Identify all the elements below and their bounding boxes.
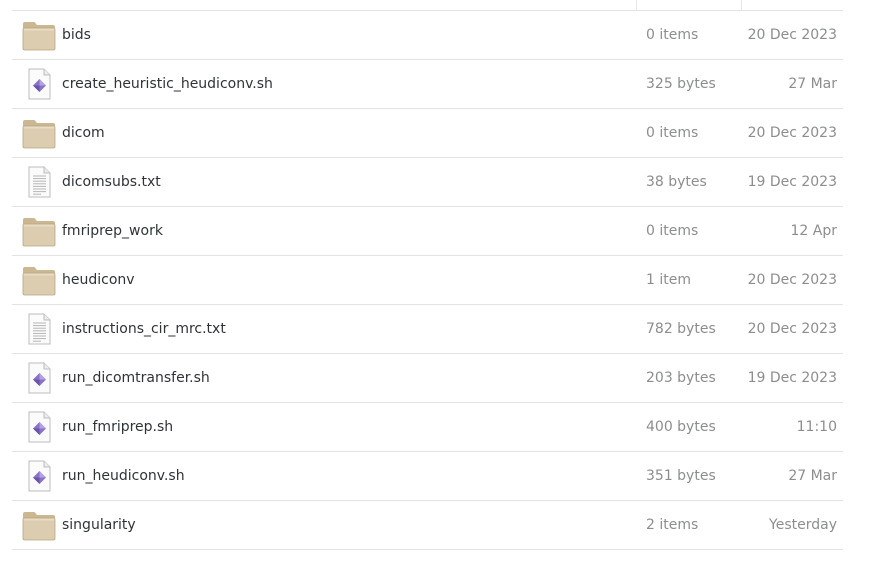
- file-size: 782 bytes: [646, 321, 716, 337]
- folder-icon: [22, 19, 56, 51]
- file-row[interactable]: dicom 0 items 20 Dec 2023: [12, 109, 843, 158]
- file-size: 203 bytes: [646, 370, 716, 386]
- file-modified: 19 Dec 2023: [747, 370, 837, 386]
- file-modified: 27 Mar: [788, 76, 837, 92]
- file-row[interactable]: dicomsubs.txt 38 bytes 19 Dec 2023: [12, 158, 843, 207]
- file-row[interactable]: create_heuristic_heudiconv.sh 325 bytes 27…: [12, 60, 843, 109]
- folder-icon: [22, 264, 56, 296]
- script-file-icon: [22, 362, 56, 394]
- file-modified: 19 Dec 2023: [747, 174, 837, 190]
- file-size: 325 bytes: [646, 76, 716, 92]
- folder-icon: [22, 215, 56, 247]
- file-modified: 12 Apr: [790, 223, 837, 239]
- file-modified: 20 Dec 2023: [747, 272, 837, 288]
- file-modified: 27 Mar: [788, 468, 837, 484]
- script-file-icon: [22, 68, 56, 100]
- file-list: bids 0 items 20 Dec 2023 create_heuristic_h…: [12, 0, 843, 550]
- folder-icon: [22, 509, 56, 541]
- file-name: fmriprep_work: [62, 223, 163, 239]
- column-separator[interactable]: [636, 0, 637, 10]
- file-modified: 20 Dec 2023: [747, 125, 837, 141]
- file-row[interactable]: instructions_cir_mrc.txt 782 bytes 20 Dec …: [12, 305, 843, 354]
- file-size: 0 items: [646, 223, 699, 239]
- file-size: 38 bytes: [646, 174, 707, 190]
- file-modified: 20 Dec 2023: [747, 27, 837, 43]
- file-size: 351 bytes: [646, 468, 716, 484]
- file-row[interactable]: run_dicomtransfer.sh 203 bytes 19 Dec 2023: [12, 354, 843, 403]
- file-name: dicomsubs.txt: [62, 174, 161, 190]
- file-modified: 11:10: [796, 419, 837, 435]
- file-row[interactable]: run_fmriprep.sh 400 bytes 11:10: [12, 403, 843, 452]
- file-size: 2 items: [646, 517, 699, 533]
- file-name: run_fmriprep.sh: [62, 419, 174, 435]
- file-modified: Yesterday: [769, 517, 837, 533]
- file-size: 0 items: [646, 125, 699, 141]
- text-file-icon: [22, 313, 56, 345]
- file-row[interactable]: fmriprep_work 0 items 12 Apr: [12, 207, 843, 256]
- file-row[interactable]: bids 0 items 20 Dec 2023: [12, 11, 843, 60]
- file-name: instructions_cir_mrc.txt: [62, 321, 226, 337]
- file-size: 0 items: [646, 27, 699, 43]
- file-row[interactable]: run_heudiconv.sh 351 bytes 27 Mar: [12, 452, 843, 501]
- file-name: bids: [62, 27, 91, 43]
- file-name: create_heuristic_heudiconv.sh: [62, 76, 273, 92]
- file-name: run_dicomtransfer.sh: [62, 370, 210, 386]
- file-modified: 20 Dec 2023: [747, 321, 837, 337]
- file-name: dicom: [62, 125, 105, 141]
- folder-icon: [22, 117, 56, 149]
- file-name: run_heudiconv.sh: [62, 468, 185, 484]
- file-size: 400 bytes: [646, 419, 716, 435]
- file-name: singularity: [62, 517, 136, 533]
- file-row[interactable]: singularity 2 items Yesterday: [12, 501, 843, 550]
- script-file-icon: [22, 411, 56, 443]
- file-size: 1 item: [646, 272, 691, 288]
- file-name: heudiconv: [62, 272, 135, 288]
- column-header: [12, 0, 843, 11]
- text-file-icon: [22, 166, 56, 198]
- file-row[interactable]: heudiconv 1 item 20 Dec 2023: [12, 256, 843, 305]
- column-separator[interactable]: [741, 0, 742, 10]
- script-file-icon: [22, 460, 56, 492]
